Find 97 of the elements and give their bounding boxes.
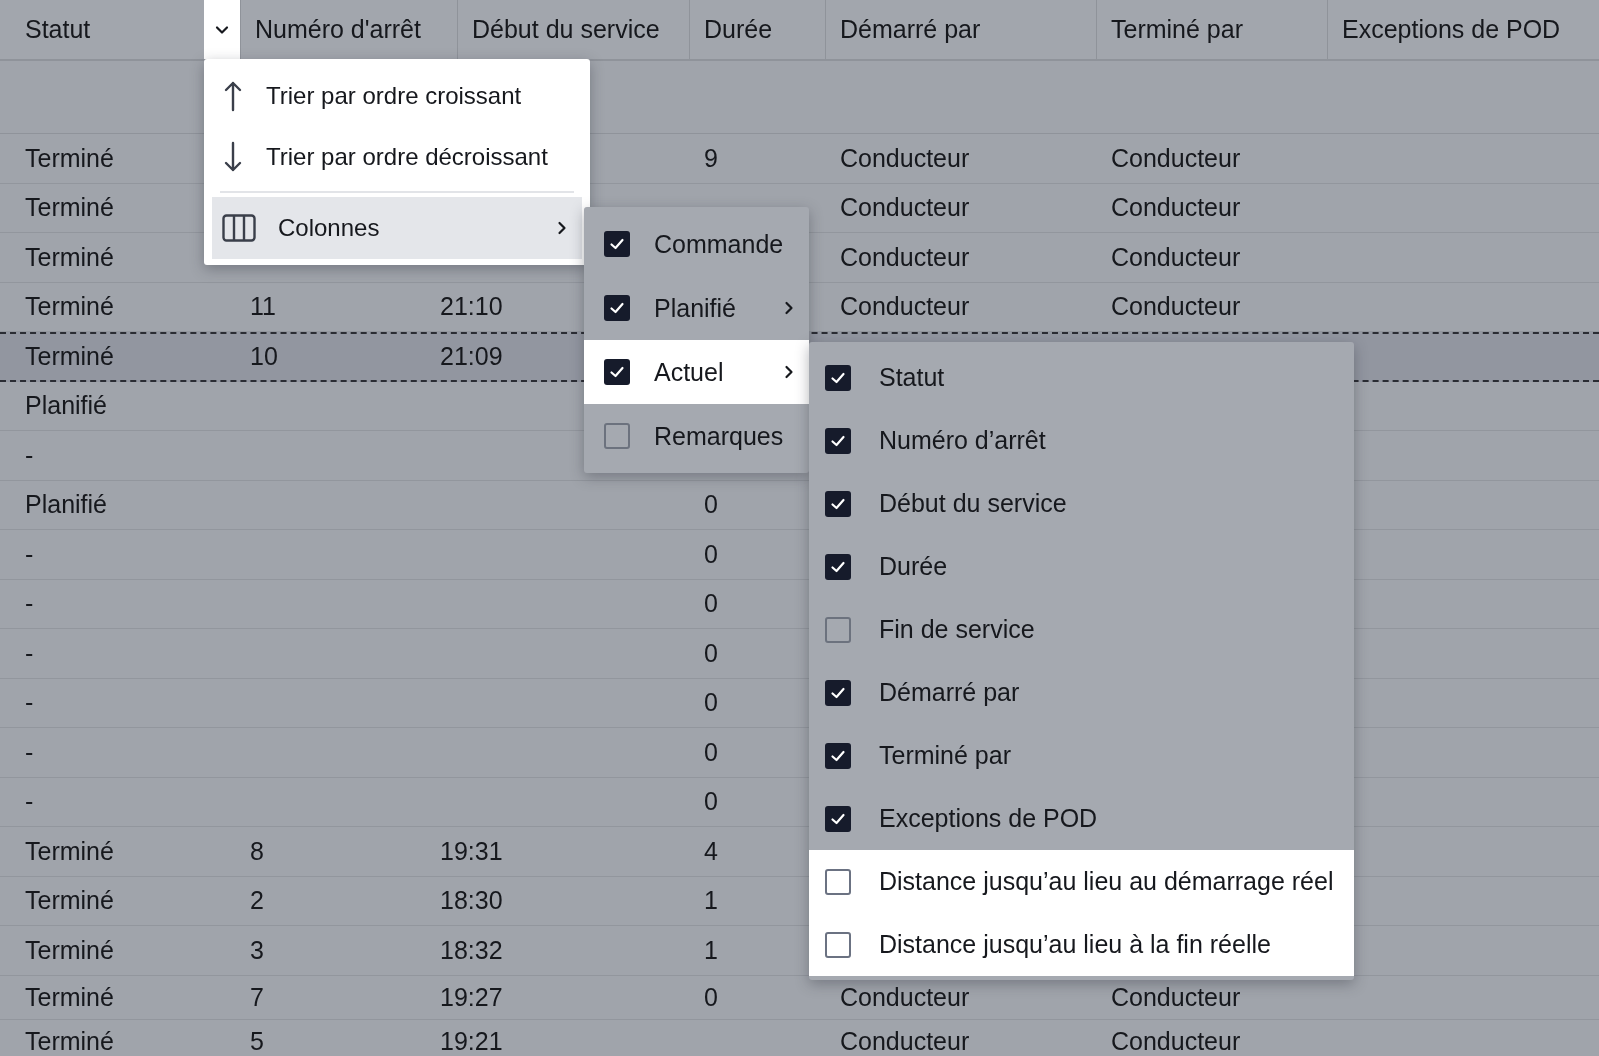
table-cell: 18:30	[440, 886, 503, 916]
table-cell: -	[25, 539, 34, 569]
table-cell: 0	[704, 539, 718, 569]
table-cell: 0	[704, 688, 718, 718]
table-cell: 1	[704, 886, 718, 916]
table-cell: Conducteur	[840, 193, 970, 223]
table-cell: -	[25, 589, 34, 619]
table-cell: Terminé	[25, 886, 114, 916]
table-cell: 21:10	[440, 292, 503, 322]
table-cell: 0	[704, 737, 718, 767]
checkbox[interactable]	[825, 553, 851, 580]
menu-item[interactable]: Statut	[809, 346, 1354, 409]
table-cell: 11	[250, 292, 276, 322]
menu-item[interactable]: Distance jusqu’au lieu à la fin réelle	[809, 913, 1354, 976]
table-cell: 19:31	[440, 836, 503, 866]
table-cell: 4	[704, 836, 718, 866]
arrow-down-icon	[222, 140, 244, 173]
table-cell: 18:32	[440, 935, 503, 965]
table-cell: 9	[704, 143, 718, 173]
column-header[interactable]: Durée	[689, 0, 825, 59]
table-cell: Conducteur	[1111, 1026, 1241, 1056]
checkbox[interactable]	[604, 423, 630, 449]
table-cell: 19:21	[440, 1026, 503, 1056]
table-cell: -	[25, 688, 34, 718]
checkbox[interactable]	[825, 490, 851, 517]
menu-item[interactable]: Terminé par	[809, 724, 1354, 787]
table-cell: Planifié	[25, 490, 107, 520]
table-cell: 1	[704, 935, 718, 965]
table-cell: 7	[250, 982, 264, 1012]
column-header[interactable]: Démarré par	[825, 0, 1096, 59]
columns-icon	[222, 214, 256, 242]
table-cell: Conducteur	[840, 292, 970, 322]
checkbox[interactable]	[825, 427, 851, 454]
table-cell: 0	[704, 982, 718, 1012]
table-cell: Terminé	[25, 193, 114, 223]
table-cell: Terminé	[25, 342, 114, 372]
menu-item[interactable]: Début du service	[809, 472, 1354, 535]
table-cell: 0	[704, 787, 718, 817]
table-cell: Conducteur	[840, 143, 970, 173]
table-cell: Conducteur	[1111, 143, 1241, 173]
table-cell: Terminé	[25, 242, 114, 272]
menu-item[interactable]: Commande	[584, 212, 809, 276]
table-cell: Terminé	[25, 836, 114, 866]
checkbox[interactable]	[825, 742, 851, 769]
table-cell: -	[25, 440, 34, 470]
table-cell: Terminé	[25, 935, 114, 965]
table-cell: 0	[704, 638, 718, 668]
table-cell: 5	[250, 1026, 264, 1056]
table-cell: 8	[250, 836, 264, 866]
checkbox[interactable]	[825, 868, 851, 895]
table-cell: Conducteur	[840, 242, 970, 272]
table-cell: Terminé	[25, 143, 114, 173]
table-cell: 3	[250, 935, 264, 965]
table-cell: Conducteur	[840, 982, 970, 1012]
table-cell: 21:09	[440, 342, 503, 372]
table-cell: -	[25, 638, 34, 668]
table-cell: -	[25, 737, 34, 767]
checkbox[interactable]	[825, 679, 851, 706]
checkbox[interactable]	[825, 805, 851, 832]
checkbox[interactable]	[825, 616, 851, 643]
column-header[interactable]: Exceptions de POD	[1327, 0, 1599, 59]
checkbox[interactable]	[604, 231, 630, 257]
table-cell: Conducteur	[1111, 292, 1241, 322]
menu-item[interactable]: Colonnes	[212, 197, 582, 259]
table-cell: Terminé	[25, 292, 114, 322]
checkbox[interactable]	[825, 931, 851, 958]
table-cell: 2	[250, 886, 264, 916]
checkbox[interactable]	[825, 364, 851, 391]
menu-item[interactable]: Trier par ordre croissant	[212, 65, 582, 126]
table-cell: 19:27	[440, 982, 503, 1012]
menu-item[interactable]: Actuel	[584, 340, 809, 404]
menu-item[interactable]: Exceptions de POD	[809, 787, 1354, 850]
checkbox[interactable]	[604, 359, 630, 385]
table-cell: 10	[250, 342, 278, 372]
menu-item[interactable]: Durée	[809, 535, 1354, 598]
table-cell: 0	[704, 490, 718, 520]
table-cell: Terminé	[25, 982, 114, 1012]
menu-item[interactable]: Distance jusqu’au lieu au démarrage réel	[809, 850, 1354, 913]
menu-item[interactable]: Planifié	[584, 276, 809, 340]
menu-item[interactable]: Fin de service	[809, 598, 1354, 661]
column-menu-button[interactable]	[204, 0, 240, 59]
table-cell: -	[25, 787, 34, 817]
menu-item[interactable]: Trier par ordre décroissant	[212, 126, 582, 187]
table-cell: Conducteur	[1111, 193, 1241, 223]
menu-item[interactable]: Numéro d’arrêt	[809, 409, 1354, 472]
arrow-up-icon	[222, 79, 244, 112]
table-cell: Conducteur	[1111, 982, 1241, 1012]
table-cell: 0	[704, 589, 718, 619]
table-cell: Conducteur	[840, 1026, 970, 1056]
table-cell: Terminé	[25, 1026, 114, 1056]
table-cell: Conducteur	[1111, 242, 1241, 272]
column-header[interactable]: Statut	[0, 0, 204, 59]
column-header[interactable]: Terminé par	[1096, 0, 1327, 59]
menu-item[interactable]: Démarré par	[809, 661, 1354, 724]
table-cell: Planifié	[25, 391, 107, 421]
menu-item[interactable]: Remarques	[584, 404, 809, 468]
checkbox[interactable]	[604, 295, 630, 321]
